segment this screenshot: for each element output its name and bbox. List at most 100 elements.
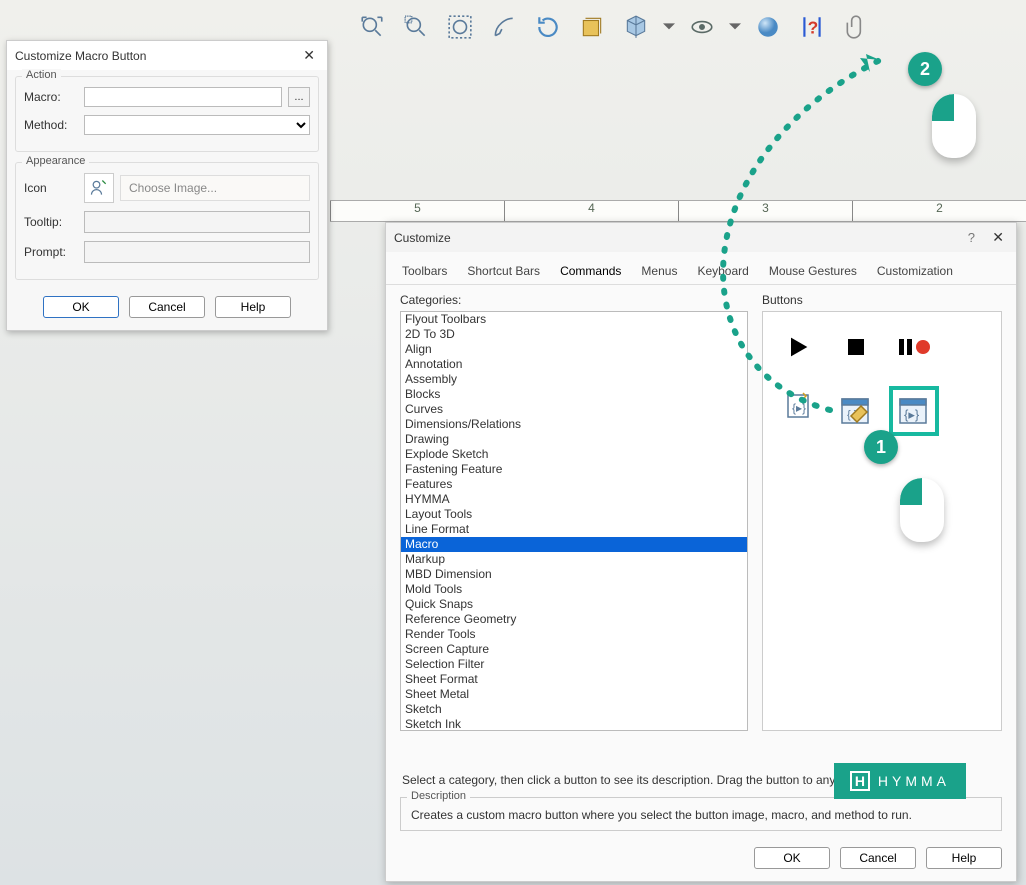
paperclip-icon[interactable] — [839, 10, 873, 44]
svg-text:?: ? — [808, 18, 819, 38]
close-icon[interactable]: ✕ — [299, 47, 319, 64]
macro-run-icon[interactable] — [777, 326, 819, 368]
dialog-titlebar: Customize ? ✕ — [386, 223, 1016, 252]
category-item[interactable]: Line Format — [401, 522, 747, 537]
icon-preview — [84, 173, 114, 203]
category-item[interactable]: Assembly — [401, 372, 747, 387]
category-item[interactable]: Annotation — [401, 357, 747, 372]
macro-custom-button-icon[interactable]: {▸} — [893, 390, 935, 432]
category-item[interactable]: Features — [401, 477, 747, 492]
appearance-group: Appearance Icon Choose Image... Tooltip:… — [15, 162, 319, 280]
category-item[interactable]: Flyout Toolbars — [401, 312, 747, 327]
description-text: Creates a custom macro button where you … — [411, 808, 991, 822]
macro-path-input[interactable] — [84, 87, 282, 107]
macro-pause-record-icon[interactable] — [893, 326, 935, 368]
category-item[interactable]: Explode Sketch — [401, 447, 747, 462]
eye-icon[interactable] — [685, 10, 719, 44]
view-cube-icon[interactable] — [619, 10, 653, 44]
category-item[interactable]: Markup — [401, 552, 747, 567]
ruler-tick: 4 — [504, 201, 678, 221]
dropdown-caret-icon[interactable] — [729, 10, 741, 44]
zoom-window-icon[interactable] — [399, 10, 433, 44]
categories-listbox[interactable]: Flyout Toolbars2D To 3DAlignAnnotationAs… — [400, 311, 748, 731]
ruler: 5 4 3 2 — [330, 200, 1026, 222]
annotation-callout-1: 1 — [864, 430, 898, 464]
category-item[interactable]: Render Tools — [401, 627, 747, 642]
category-item[interactable]: Mold Tools — [401, 582, 747, 597]
browse-button[interactable]: ... — [288, 87, 310, 107]
prompt-input[interactable] — [84, 241, 310, 263]
macro-new-icon[interactable]: {▸} — [777, 384, 819, 426]
ruler-tick: 5 — [330, 201, 504, 221]
category-item[interactable]: Sheet Format — [401, 672, 747, 687]
tab-toolbars[interactable]: Toolbars — [398, 260, 451, 284]
icon-label: Icon — [24, 181, 78, 195]
tab-shortcut-bars[interactable]: Shortcut Bars — [463, 260, 544, 284]
category-item[interactable]: Screen Capture — [401, 642, 747, 657]
dropdown-caret-icon[interactable] — [663, 10, 675, 44]
svg-text:{▸}: {▸} — [792, 401, 806, 415]
category-item[interactable]: HYMMA — [401, 492, 747, 507]
macro-edit-icon[interactable]: { } — [835, 390, 877, 432]
category-item[interactable]: Sheet Metal — [401, 687, 747, 702]
help-icon[interactable]: ? — [968, 230, 975, 245]
cancel-button[interactable]: Cancel — [129, 296, 205, 318]
category-item[interactable]: Sketch — [401, 702, 747, 717]
tab-mouse-gestures[interactable]: Mouse Gestures — [765, 260, 861, 284]
ok-button[interactable]: OK — [754, 847, 830, 869]
category-item[interactable]: Sketch Ink — [401, 717, 747, 731]
category-item[interactable]: Reference Geometry — [401, 612, 747, 627]
categories-label: Categories: — [400, 293, 748, 307]
category-item[interactable]: Blocks — [401, 387, 747, 402]
zoom-area-icon[interactable] — [443, 10, 477, 44]
description-group: Description Creates a custom macro butto… — [400, 797, 1002, 831]
hymma-watermark: H HYMMA — [834, 763, 966, 799]
category-item[interactable]: Macro — [401, 537, 747, 552]
category-item[interactable]: Drawing — [401, 432, 747, 447]
macro-stop-icon[interactable] — [835, 326, 877, 368]
ruler-tick: 2 — [852, 201, 1026, 221]
group-label: Action — [22, 69, 61, 81]
dialog-title: Customize — [394, 231, 451, 245]
annotation-callout-2: 2 — [908, 52, 942, 86]
help-bracket-icon[interactable]: ? — [795, 10, 829, 44]
ruler-tick: 3 — [678, 201, 852, 221]
ok-button[interactable]: OK — [43, 296, 119, 318]
category-item[interactable]: 2D To 3D — [401, 327, 747, 342]
annotation-mouse-icon — [932, 94, 976, 158]
buttons-panel: {▸} { } {▸} — [762, 311, 1002, 731]
category-item[interactable]: Curves — [401, 402, 747, 417]
help-button[interactable]: Help — [926, 847, 1002, 869]
svg-text:{▸}: {▸} — [904, 407, 920, 422]
tab-commands[interactable]: Commands — [556, 260, 625, 284]
tooltip-label: Tooltip: — [24, 215, 78, 229]
category-item[interactable]: Quick Snaps — [401, 597, 747, 612]
hymma-logo-icon: H — [850, 771, 870, 791]
category-item[interactable]: MBD Dimension — [401, 567, 747, 582]
category-item[interactable]: Selection Filter — [401, 657, 747, 672]
customize-macro-button-dialog: Customize Macro Button ✕ Action Macro: .… — [6, 40, 328, 331]
tab-keyboard[interactable]: Keyboard — [693, 260, 752, 284]
close-icon[interactable]: ✕ — [988, 229, 1008, 245]
help-button[interactable]: Help — [215, 296, 291, 318]
category-item[interactable]: Dimensions/Relations — [401, 417, 747, 432]
appearance-globe-icon[interactable] — [751, 10, 785, 44]
buttons-label: Buttons — [762, 293, 1002, 307]
app-toolbar: ? — [355, 10, 873, 44]
zoom-fit-icon[interactable] — [355, 10, 389, 44]
redo-icon[interactable] — [531, 10, 565, 44]
category-item[interactable]: Align — [401, 342, 747, 357]
category-item[interactable]: Fastening Feature — [401, 462, 747, 477]
section-view-icon[interactable] — [487, 10, 521, 44]
choose-image-button[interactable]: Choose Image... — [120, 175, 310, 201]
macro-label: Macro: — [24, 90, 78, 104]
cancel-button[interactable]: Cancel — [840, 847, 916, 869]
method-select[interactable] — [84, 115, 310, 135]
tooltip-input[interactable] — [84, 211, 310, 233]
annotation-mouse-icon — [900, 478, 944, 542]
box-display-icon[interactable] — [575, 10, 609, 44]
tab-menus[interactable]: Menus — [637, 260, 681, 284]
tab-customization[interactable]: Customization — [873, 260, 957, 284]
category-item[interactable]: Layout Tools — [401, 507, 747, 522]
dialog-title: Customize Macro Button — [15, 49, 146, 63]
